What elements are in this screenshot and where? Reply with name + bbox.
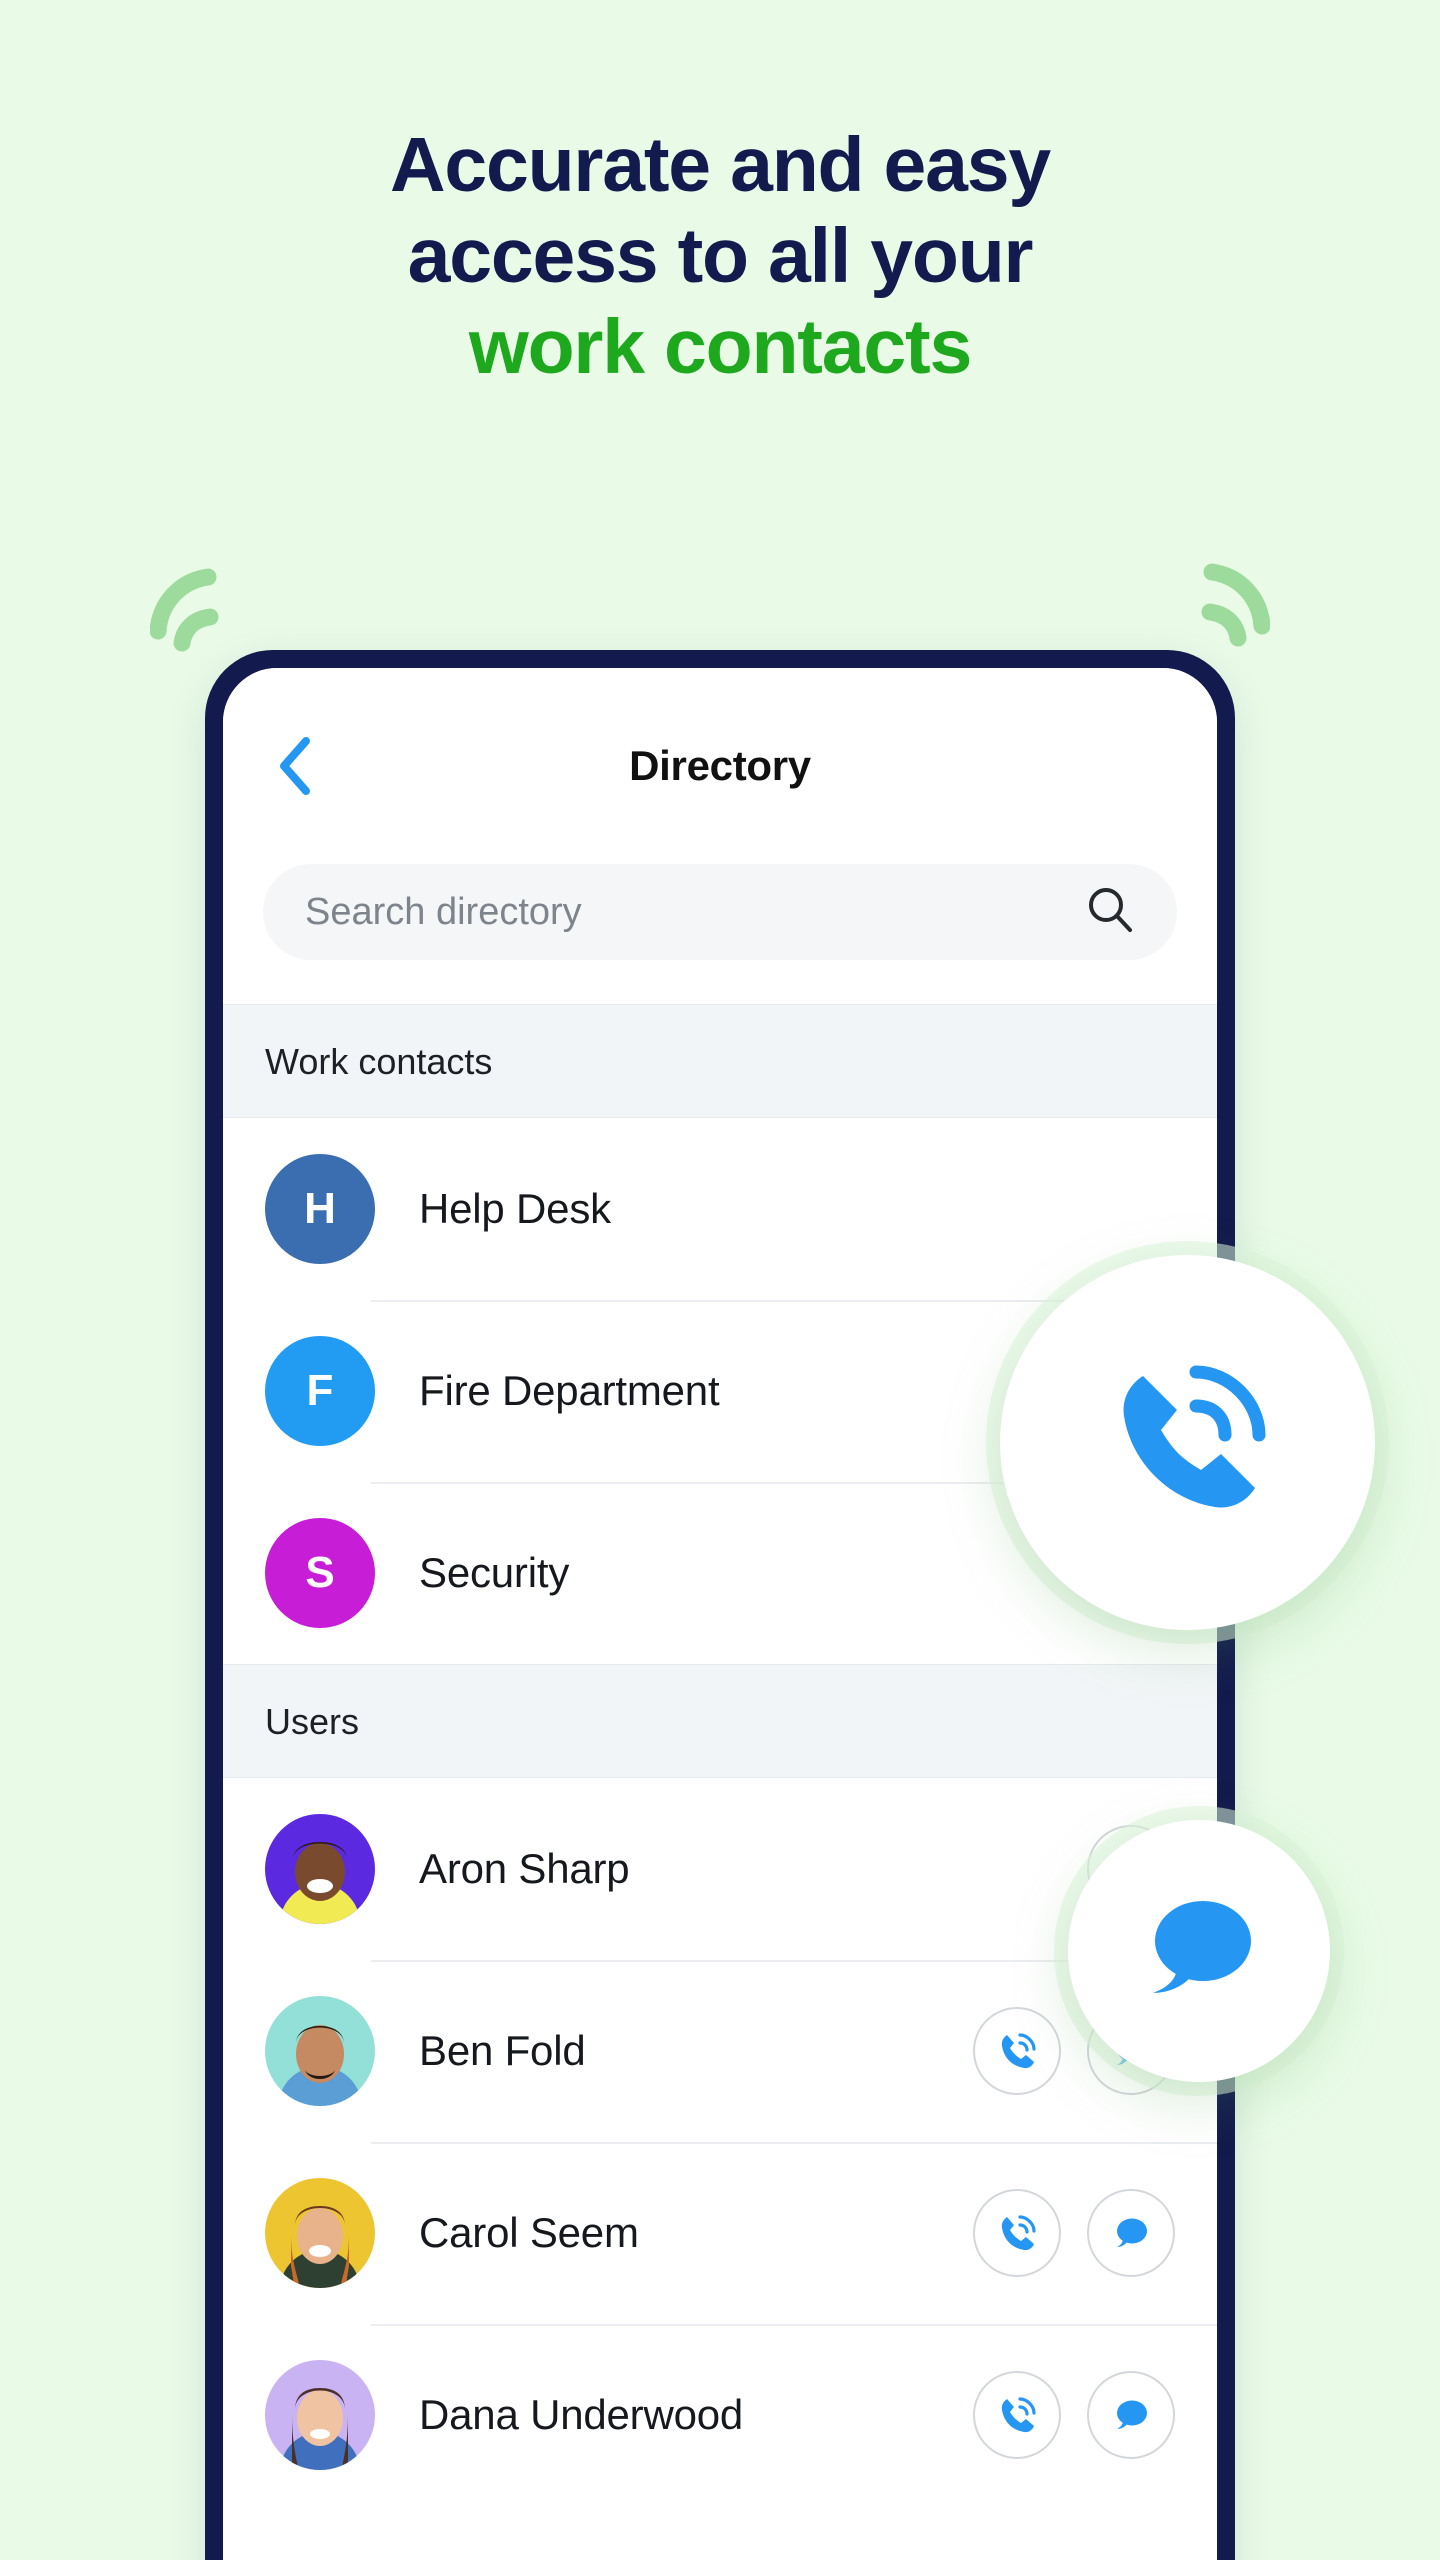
contact-name: Carol Seem — [419, 2209, 639, 2256]
avatar-initial: F — [306, 1366, 334, 1415]
search-input[interactable]: Search directory — [263, 864, 1177, 960]
chat-button[interactable] — [1087, 2371, 1175, 2459]
avatar-photo — [280, 1842, 360, 1924]
phone-mockup-frame: Directory Search directory Work contacts… — [205, 650, 1235, 2560]
call-button[interactable] — [973, 2007, 1061, 2095]
back-button[interactable] — [267, 731, 323, 801]
search-icon[interactable] — [1083, 883, 1137, 942]
row-actions — [973, 2371, 1175, 2459]
call-button[interactable] — [973, 2189, 1061, 2277]
avatar-initial: H — [304, 1184, 336, 1233]
headline-line-2: access to all your — [407, 212, 1034, 299]
avatar: H — [265, 1154, 375, 1264]
avatar — [265, 1814, 375, 1924]
phone-call-icon — [1123, 1365, 1265, 1507]
app-title: Directory — [629, 742, 811, 789]
avatar-photo — [278, 2025, 362, 2106]
headline-line-1: Accurate and easy — [389, 122, 1051, 208]
avatar: F — [265, 1336, 375, 1446]
contact-name: Dana Underwood — [419, 2391, 744, 2438]
call-button[interactable] — [973, 2371, 1061, 2459]
search-placeholder: Search directory — [305, 890, 582, 933]
row-actions — [973, 2189, 1175, 2277]
avatar-initial: S — [305, 1548, 335, 1597]
floating-chat-bubble[interactable] — [1068, 1820, 1330, 2082]
chat-icon — [1117, 2400, 1147, 2429]
app-header: Directory — [223, 668, 1217, 864]
avatar: S — [265, 1518, 375, 1628]
search-bar: Search directory — [223, 864, 1217, 1004]
avatar-photo — [280, 2206, 360, 2288]
table-row[interactable]: Carol Seem — [223, 2142, 1217, 2324]
call-icon — [1001, 2215, 1036, 2251]
avatar-photo — [280, 2388, 360, 2470]
signal-arcs-icon-left — [149, 565, 260, 670]
avatar — [265, 2178, 375, 2288]
phone-screen: Directory Search directory Work contacts… — [223, 668, 1217, 2560]
contact-name: Ben Fold — [419, 2027, 586, 2074]
contact-name: Help Desk — [419, 1185, 611, 1232]
page-title: Accurate and easy access to all your wor… — [0, 120, 1440, 393]
table-row[interactable]: Dana Underwood — [223, 2324, 1217, 2506]
section-header-work-contacts: Work contacts — [223, 1004, 1217, 1118]
chevron-left-icon — [280, 737, 310, 795]
floating-call-bubble[interactable] — [1000, 1255, 1375, 1630]
contact-name: Aron Sharp — [419, 1845, 630, 1892]
call-icon — [1001, 2033, 1036, 2069]
chat-button[interactable] — [1087, 2189, 1175, 2277]
signal-arcs-icon-right — [1160, 560, 1271, 665]
avatar — [265, 2360, 375, 2470]
table-row[interactable]: Aron Sharp — [223, 1778, 1217, 1960]
call-icon — [1001, 2397, 1036, 2433]
chat-icon — [1117, 2218, 1147, 2247]
table-row[interactable]: H Help Desk — [223, 1118, 1217, 1300]
section-header-users: Users — [223, 1664, 1217, 1778]
table-row[interactable]: Ben Fold — [223, 1960, 1217, 2142]
chat-bubble-icon — [1153, 1901, 1251, 1993]
headline-line-3: work contacts — [468, 303, 972, 390]
avatar — [265, 1996, 375, 2106]
